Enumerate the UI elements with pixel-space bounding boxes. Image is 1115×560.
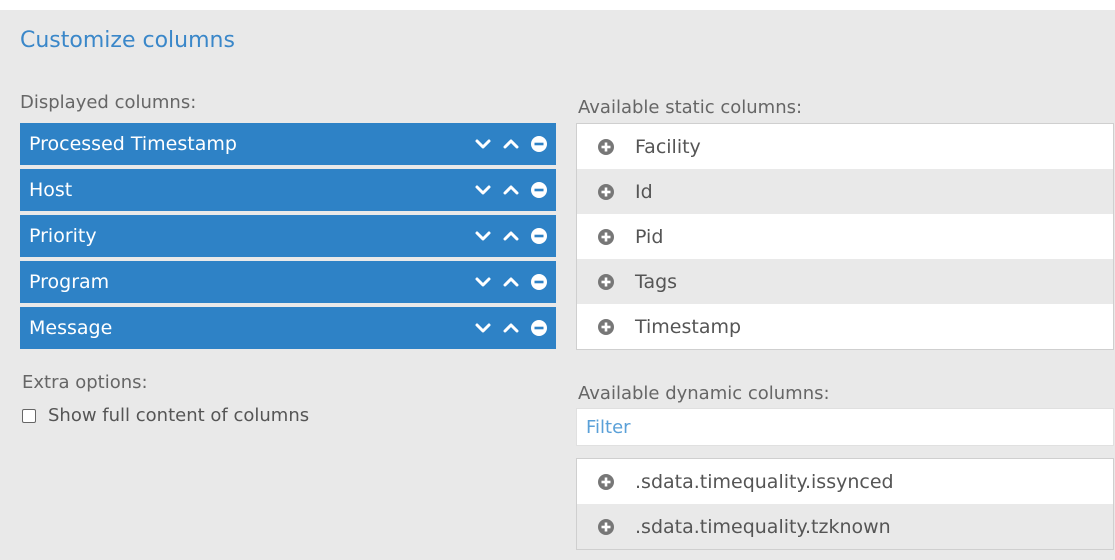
displayed-columns-label: Displayed columns: bbox=[20, 92, 197, 113]
available-dynamic-columns-label: Available dynamic columns: bbox=[578, 383, 830, 404]
chevron-down-icon[interactable] bbox=[474, 135, 492, 153]
show-full-content-option[interactable]: Show full content of columns bbox=[22, 405, 309, 426]
displayed-column-row[interactable]: Processed Timestamp bbox=[20, 123, 556, 165]
minus-circle-icon[interactable] bbox=[530, 227, 548, 245]
displayed-column-row[interactable]: Priority bbox=[20, 215, 556, 257]
displayed-column-name: Processed Timestamp bbox=[29, 133, 237, 155]
static-column-row[interactable]: Id bbox=[577, 169, 1113, 214]
dynamic-columns-filter-input[interactable] bbox=[576, 408, 1114, 446]
minus-circle-icon[interactable] bbox=[530, 135, 548, 153]
static-column-name: Facility bbox=[635, 135, 701, 158]
dynamic-column-row[interactable]: .sdata.timequality.issynced bbox=[577, 459, 1113, 504]
plus-circle-icon[interactable] bbox=[597, 318, 615, 336]
plus-circle-icon[interactable] bbox=[597, 183, 615, 201]
static-column-name: Pid bbox=[635, 225, 664, 248]
displayed-column-row[interactable]: Message bbox=[20, 307, 556, 349]
dynamic-column-row[interactable]: .sdata.timequality.tzknown bbox=[577, 504, 1113, 549]
show-full-content-checkbox[interactable] bbox=[22, 408, 36, 423]
extra-options-label: Extra options: bbox=[22, 372, 148, 393]
chevron-down-icon[interactable] bbox=[474, 227, 492, 245]
displayed-column-name: Host bbox=[29, 179, 73, 201]
static-column-row[interactable]: Timestamp bbox=[577, 304, 1113, 349]
chevron-up-icon[interactable] bbox=[502, 273, 520, 291]
available-static-columns-label: Available static columns: bbox=[578, 97, 803, 118]
displayed-column-row[interactable]: Host bbox=[20, 169, 556, 211]
displayed-column-name: Program bbox=[29, 271, 110, 293]
dynamic-column-name: .sdata.timequality.issynced bbox=[635, 470, 894, 493]
plus-circle-icon[interactable] bbox=[597, 273, 615, 291]
customize-columns-panel: Customize columns Displayed columns: Pro… bbox=[0, 10, 1115, 560]
plus-circle-icon[interactable] bbox=[597, 138, 615, 156]
chevron-up-icon[interactable] bbox=[502, 181, 520, 199]
static-column-name: Id bbox=[635, 180, 653, 203]
chevron-down-icon[interactable] bbox=[474, 181, 492, 199]
chevron-up-icon[interactable] bbox=[502, 319, 520, 337]
dynamic-column-name: .sdata.timequality.tzknown bbox=[635, 515, 891, 538]
chevron-up-icon[interactable] bbox=[502, 135, 520, 153]
displayed-column-name: Priority bbox=[29, 225, 97, 247]
chevron-down-icon[interactable] bbox=[474, 319, 492, 337]
minus-circle-icon[interactable] bbox=[530, 181, 548, 199]
show-full-content-label: Show full content of columns bbox=[48, 405, 310, 426]
static-column-row[interactable]: Pid bbox=[577, 214, 1113, 259]
available-static-columns-list: Facility Id Pid Tags Timestamp bbox=[576, 123, 1114, 350]
plus-circle-icon[interactable] bbox=[597, 228, 615, 246]
static-column-row[interactable]: Tags bbox=[577, 259, 1113, 304]
plus-circle-icon[interactable] bbox=[597, 518, 615, 536]
panel-title: Customize columns bbox=[20, 28, 235, 53]
minus-circle-icon[interactable] bbox=[530, 319, 548, 337]
static-column-name: Tags bbox=[635, 270, 678, 293]
chevron-down-icon[interactable] bbox=[474, 273, 492, 291]
plus-circle-icon[interactable] bbox=[597, 473, 615, 491]
minus-circle-icon[interactable] bbox=[530, 273, 548, 291]
available-dynamic-columns-list: .sdata.timequality.issynced .sdata.timeq… bbox=[576, 458, 1114, 550]
static-column-name: Timestamp bbox=[635, 315, 742, 338]
displayed-column-name: Message bbox=[29, 317, 113, 339]
chevron-up-icon[interactable] bbox=[502, 227, 520, 245]
displayed-columns-list: Processed Timestamp Host Priority Progra… bbox=[20, 123, 556, 353]
static-column-row[interactable]: Facility bbox=[577, 124, 1113, 169]
displayed-column-row[interactable]: Program bbox=[20, 261, 556, 303]
